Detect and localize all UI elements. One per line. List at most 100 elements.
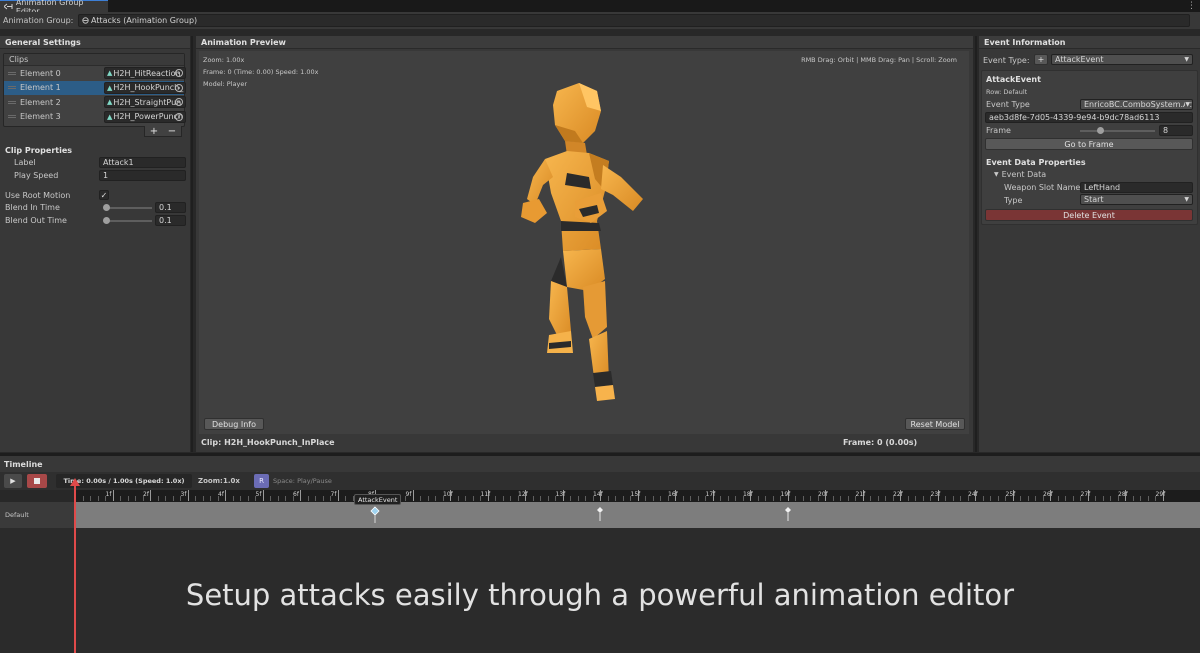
frame-input[interactable]: 8: [1159, 125, 1193, 136]
ruler-minor-tick: [307, 496, 309, 501]
asset-icon: [82, 17, 89, 24]
animation-clip-icon: ▲: [107, 98, 113, 107]
clip-field[interactable]: ▲ H2H_HookPunch_: [104, 81, 186, 94]
clip-field[interactable]: ▲ H2H_StraightPun: [104, 96, 186, 109]
ruler-minor-tick: [435, 496, 436, 501]
frame-slider-handle[interactable]: [1096, 127, 1104, 134]
event-marker-selected[interactable]: [370, 506, 380, 524]
drag-handle-icon[interactable]: [8, 71, 16, 75]
track-row[interactable]: [75, 502, 1200, 528]
clip-row[interactable]: Element 2 ▲ H2H_StraightPun: [4, 95, 186, 110]
go-to-frame-button[interactable]: Go to Frame: [985, 138, 1193, 150]
clips-header-label: Clips: [9, 55, 29, 64]
object-picker-icon[interactable]: [175, 98, 183, 107]
blend-out-slider-track[interactable]: [104, 220, 152, 222]
ruler-minor-tick: [247, 496, 249, 501]
window-tab[interactable]: Animation Group Editor: [0, 0, 108, 16]
ruler-minor-tick: [870, 496, 871, 501]
ruler-tick: [300, 490, 301, 501]
splitter-right[interactable]: [975, 36, 977, 452]
ruler-minor-tick: [907, 496, 909, 501]
ruler-minor-tick: [772, 496, 774, 501]
ruler-minor-tick: [502, 496, 504, 501]
ruler-minor-tick: [630, 496, 631, 501]
delete-event-button[interactable]: Delete Event: [985, 209, 1193, 221]
reset-badge[interactable]: R: [254, 474, 269, 488]
object-picker-icon[interactable]: [175, 83, 183, 92]
weapon-slot-input[interactable]: LeftHand: [1080, 182, 1193, 193]
drag-handle-icon[interactable]: [8, 100, 16, 104]
blend-out-slider-handle[interactable]: [102, 217, 110, 224]
ruler-minor-tick: [210, 496, 211, 501]
ruler-tick-label: 18f: [743, 491, 753, 498]
ruler-minor-tick: [945, 496, 946, 501]
clip-element-label: Element 2: [20, 97, 61, 107]
ruler-minor-tick: [1065, 496, 1066, 501]
drag-handle-icon[interactable]: [8, 115, 16, 119]
type-dropdown[interactable]: Start ▼: [1080, 194, 1193, 205]
animation-clip-icon: ▲: [107, 83, 113, 92]
event-information-title: Event Information: [979, 36, 1200, 49]
add-clip-button[interactable]: +: [150, 126, 158, 137]
ruler-minor-tick: [697, 496, 699, 501]
ruler-minor-tick: [720, 496, 721, 501]
ruler-minor-tick: [135, 496, 136, 501]
drag-handle-icon[interactable]: [8, 86, 16, 90]
ruler-minor-tick: [952, 496, 954, 501]
blend-in-input[interactable]: 0.1: [155, 202, 186, 213]
blend-out-input[interactable]: 0.1: [155, 215, 186, 226]
ruler-minor-tick: [1005, 496, 1006, 501]
remove-clip-button[interactable]: −: [168, 126, 176, 137]
clip-row-selected[interactable]: Element 1 ▲ H2H_HookPunch_: [4, 80, 186, 95]
object-picker-icon[interactable]: [175, 112, 183, 121]
ruler-minor-tick: [457, 496, 459, 501]
ruler-minor-tick: [97, 496, 99, 501]
preview-viewport[interactable]: Zoom: 1.00x Frame: 0 (Time: 0.00) Speed:…: [199, 51, 969, 434]
event-type-dropdown[interactable]: AttackEvent ▼: [1051, 54, 1193, 65]
blend-in-slider-handle[interactable]: [102, 204, 110, 211]
clip-field[interactable]: ▲ H2H_PowerPunch: [104, 110, 186, 123]
splitter-left[interactable]: [191, 36, 193, 452]
event-details-box: AttackEvent Row: Default Event Type Enri…: [981, 70, 1198, 225]
event-type-class-dropdown[interactable]: EnricoBC.ComboSystem.Atta ▼: [1080, 99, 1193, 110]
clip-status-text: Clip: H2H_HookPunch_InPlace: [201, 438, 335, 447]
ruler-minor-tick: [742, 496, 744, 501]
event-marker[interactable]: [595, 506, 605, 524]
zoom-value[interactable]: 1.0x: [223, 477, 240, 485]
play-button[interactable]: ▶: [4, 474, 22, 488]
event-guid-field[interactable]: aeb3d8fe-7d05-4339-9e94-b9dc78ad6113: [985, 112, 1193, 123]
playhead-handle-icon[interactable]: [70, 478, 80, 486]
reset-model-button[interactable]: Reset Model: [905, 418, 965, 430]
frame-slider-track[interactable]: [1080, 130, 1155, 132]
ruler-tick-label: 26f: [1043, 491, 1053, 498]
ruler-minor-tick: [232, 496, 234, 501]
ruler-tick-label: 12f: [518, 491, 528, 498]
ruler-tick-label: 14f: [593, 491, 603, 498]
kebab-menu-icon[interactable]: ⋮: [1187, 1, 1196, 11]
blend-in-slider-track[interactable]: [104, 207, 152, 209]
ruler-minor-tick: [840, 496, 841, 501]
ruler-minor-tick: [922, 496, 924, 501]
ruler-minor-tick: [465, 496, 466, 501]
ruler-minor-tick: [780, 496, 781, 501]
clip-row[interactable]: Element 0 ▲ H2H_HitReaction: [4, 66, 186, 81]
caption-text: Setup attacks easily through a powerful …: [185, 578, 1015, 612]
ruler-minor-tick: [105, 496, 106, 501]
ruler-minor-tick: [120, 496, 121, 501]
stop-button[interactable]: [27, 474, 47, 488]
event-data-foldout[interactable]: ▼ Event Data: [994, 170, 1046, 179]
event-marker[interactable]: [783, 506, 793, 524]
label-input[interactable]: Attack1: [99, 157, 186, 168]
ruler-minor-tick: [832, 496, 834, 501]
play-speed-input[interactable]: 1: [99, 170, 186, 181]
animation-group-field[interactable]: Attacks (Animation Group): [78, 14, 1190, 27]
root-motion-checkbox[interactable]: ✓: [99, 190, 109, 200]
playhead-line[interactable]: [74, 483, 76, 653]
clip-field[interactable]: ▲ H2H_HitReaction: [104, 67, 186, 80]
ruler-minor-tick: [622, 496, 624, 501]
object-picker-icon[interactable]: [175, 69, 183, 78]
debug-info-button[interactable]: Debug Info: [204, 418, 264, 430]
add-event-type-button[interactable]: +: [1034, 54, 1048, 65]
ruler-tick-label: 24f: [968, 491, 978, 498]
clip-row[interactable]: Element 3 ▲ H2H_PowerPunch: [4, 110, 186, 125]
